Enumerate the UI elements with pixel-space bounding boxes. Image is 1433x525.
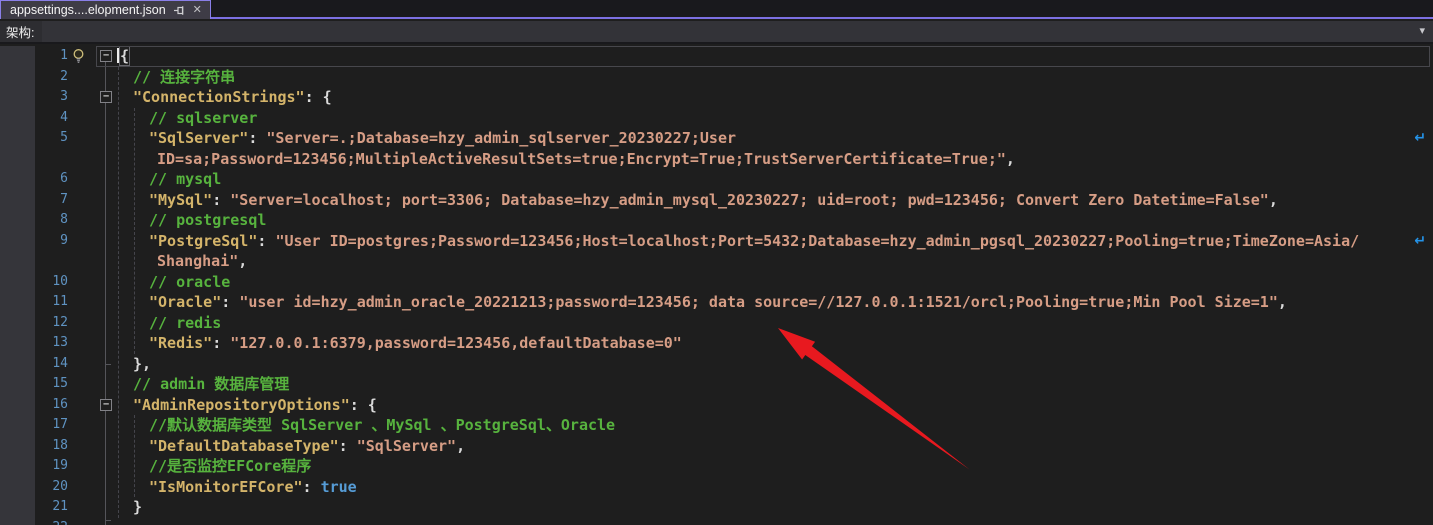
code-line: 20 "IsMonitorEFCore": true: [0, 477, 1433, 498]
code-text: "SqlServer": "Server=.;Database=hzy_admi…: [117, 128, 736, 149]
line-number: 9: [0, 231, 68, 252]
code-text: // oracle: [117, 272, 230, 293]
line-number: 12: [0, 313, 68, 334]
close-icon[interactable]: ✕: [193, 5, 202, 16]
code-line: 12 // redis: [0, 313, 1433, 334]
code-text: "DefaultDatabaseType": "SqlServer",: [117, 436, 465, 457]
code-text: // 连接字符串: [117, 67, 235, 88]
code-text: // admin 数据库管理: [117, 374, 289, 395]
code-line: 14},: [0, 354, 1433, 375]
code-text: "AdminRepositoryOptions": {: [117, 395, 377, 416]
line-number: 18: [0, 436, 68, 457]
line-number: 7: [0, 190, 68, 211]
code-line: 5 "SqlServer": "Server=.;Database=hzy_adm…: [0, 128, 1433, 149]
code-line: ID=sa;Password=123456;MultipleActiveResu…: [0, 149, 1433, 170]
code-line: 21}: [0, 497, 1433, 518]
code-text: //是否监控EFCore程序: [117, 456, 311, 477]
code-text: "MySql": "Server=localhost; port=3306; D…: [117, 190, 1278, 211]
fold-toggle[interactable]: −: [100, 91, 112, 103]
schema-bar: 架构: ▾: [0, 21, 1433, 44]
line-number: 11: [0, 292, 68, 313]
code-text: "ConnectionStrings": {: [117, 87, 332, 108]
code-text: "IsMonitorEFCore": true: [117, 477, 357, 498]
line-number: 5: [0, 128, 68, 149]
code-editor[interactable]: 1 −{2// 连接字符串3−"ConnectionStrings": {4//…: [0, 46, 1433, 525]
code-line: 22: [0, 518, 1433, 525]
tab-bar: appsettings....elopment.json ✕: [0, 0, 1433, 19]
line-number: 16: [0, 395, 68, 416]
code-text: "Oracle": "user id=hzy_admin_oracle_2022…: [117, 292, 1287, 313]
word-wrap-icon: ↵: [1414, 231, 1426, 252]
code-line: 13 "Redis": "127.0.0.1:6379,password=1234…: [0, 333, 1433, 354]
lightbulb-icon: [71, 48, 86, 64]
line-number: 3: [0, 87, 68, 108]
code-text: "PostgreSql": "User ID=postgres;Password…: [117, 231, 1359, 252]
fold-toggle[interactable]: −: [100, 50, 112, 62]
line-number: 14: [0, 354, 68, 375]
code-line: 7 "MySql": "Server=localhost; port=3306; …: [0, 190, 1433, 211]
line-number: 10: [0, 272, 68, 293]
line-number: 21: [0, 497, 68, 518]
word-wrap-icon: ↵: [1414, 128, 1426, 149]
code-line: Shanghai",: [0, 251, 1433, 272]
code-line: 9 "PostgreSql": "User ID=postgres;Passwor…: [0, 231, 1433, 252]
code-line: 16 −"AdminRepositoryOptions": {: [0, 395, 1433, 416]
code-text: Shanghai",: [117, 251, 247, 272]
code-text: "Redis": "127.0.0.1:6379,password=123456…: [117, 333, 682, 354]
chevron-down-icon[interactable]: ▾: [1419, 24, 1425, 37]
code-text: // sqlserver: [117, 108, 257, 129]
code-line: 11 "Oracle": "user id=hzy_admin_oracle_20…: [0, 292, 1433, 313]
pin-icon[interactable]: [173, 4, 186, 17]
line-number: 1: [0, 46, 68, 67]
code-line: 17 //默认数据库类型 SqlServer 、MySql 、PostgreSql…: [0, 415, 1433, 436]
line-number: 20: [0, 477, 68, 498]
code-text: // mysql: [117, 169, 221, 190]
line-number: 22: [0, 518, 68, 525]
line-number: 8: [0, 210, 68, 231]
code-line: 2 // 连接字符串: [0, 67, 1433, 88]
code-line: 3 −"ConnectionStrings": {: [0, 87, 1433, 108]
code-line: 8 // postgresql: [0, 210, 1433, 231]
code-text: }: [117, 497, 142, 518]
code-rows: 1 −{2// 连接字符串3−"ConnectionStrings": {4//…: [0, 46, 1433, 525]
line-number: 19: [0, 456, 68, 477]
line-number: 15: [0, 374, 68, 395]
tab-title: appsettings....elopment.json: [10, 3, 166, 17]
line-number: 13: [0, 333, 68, 354]
code-line: 1 −{: [0, 46, 1433, 67]
code-text: },: [117, 354, 151, 375]
line-number: 2: [0, 67, 68, 88]
line-number: 6: [0, 169, 68, 190]
schema-label: 架构:: [0, 22, 42, 41]
code-line: 19 //是否监控EFCore程序: [0, 456, 1433, 477]
code-line: 18 "DefaultDatabaseType": "SqlServer",: [0, 436, 1433, 457]
code-text: ID=sa;Password=123456;MultipleActiveResu…: [117, 149, 1015, 170]
text-caret: [117, 48, 119, 63]
code-text: //默认数据库类型 SqlServer 、MySql 、PostgreSql、O…: [117, 415, 615, 436]
line-number: 17: [0, 415, 68, 436]
code-line: 15 // admin 数据库管理: [0, 374, 1433, 395]
code-line: 6 // mysql: [0, 169, 1433, 190]
fold-toggle[interactable]: −: [100, 399, 112, 411]
code-text: // redis: [117, 313, 221, 334]
line-number: 4: [0, 108, 68, 129]
code-line: 10 // oracle: [0, 272, 1433, 293]
document-tab[interactable]: appsettings....elopment.json ✕: [0, 0, 211, 19]
schema-combobox[interactable]: ▾: [42, 21, 1433, 42]
code-text: // postgresql: [117, 210, 266, 231]
code-text: {: [117, 46, 129, 67]
code-line: 4 // sqlserver: [0, 108, 1433, 129]
